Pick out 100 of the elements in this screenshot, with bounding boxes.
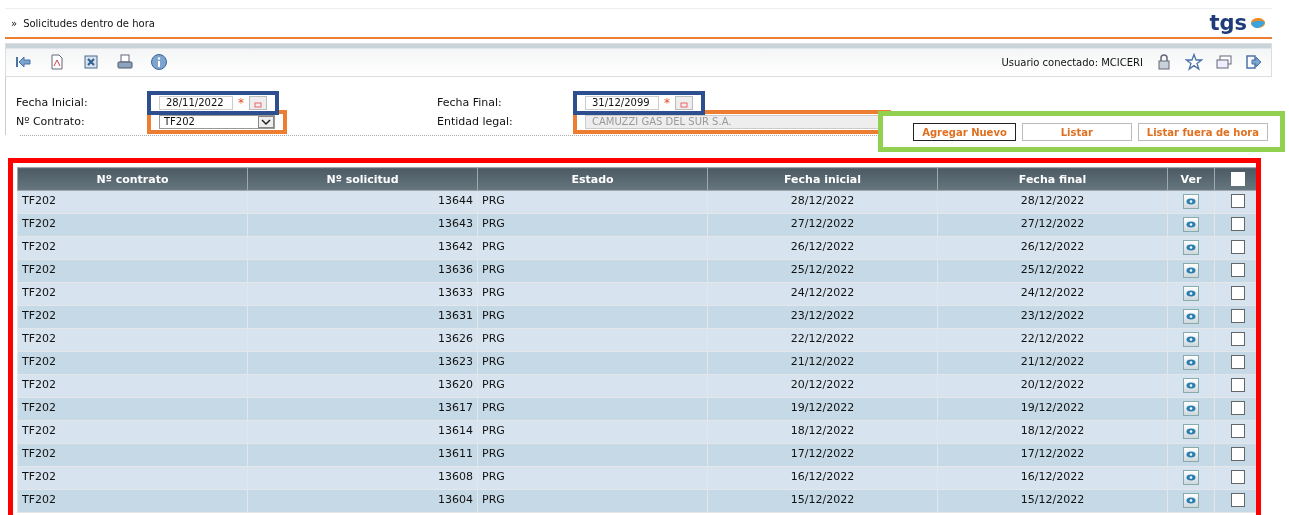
table-cell: 13636 — [247, 259, 478, 283]
table-cell: 13644 — [247, 190, 478, 214]
lock-icon[interactable] — [1155, 53, 1173, 71]
row-checkbox[interactable] — [1231, 447, 1245, 461]
eye-icon — [1186, 312, 1196, 320]
table-cell: 13631 — [247, 305, 478, 329]
column-header: Ver — [1167, 167, 1215, 191]
table-cell: 21/12/2022 — [937, 351, 1168, 375]
required-mark: * — [238, 96, 244, 109]
table-cell: 20/12/2022 — [707, 374, 938, 398]
view-button[interactable] — [1183, 377, 1199, 393]
table-cell: PRG — [477, 305, 708, 329]
row-checkbox[interactable] — [1231, 493, 1245, 507]
table-cell: 13643 — [247, 213, 478, 237]
field-label: Fecha Inicial: — [16, 96, 89, 109]
view-button[interactable] — [1183, 216, 1199, 232]
view-button[interactable] — [1183, 239, 1199, 255]
table-cell: 13604 — [247, 489, 478, 513]
logout-icon[interactable] — [1245, 53, 1263, 71]
eye-icon — [1186, 381, 1196, 389]
view-button[interactable] — [1183, 331, 1199, 347]
action-button[interactable]: Listar fuera de hora — [1137, 123, 1268, 141]
table-cell: TF202 — [17, 305, 248, 329]
table-cell: 22/12/2022 — [707, 328, 938, 352]
table-cell: 23/12/2022 — [937, 305, 1168, 329]
print-icon[interactable] — [116, 53, 134, 71]
table-cell: 19/12/2022 — [937, 397, 1168, 421]
table-cell: 28/12/2022 — [707, 190, 938, 214]
table-cell: 13623 — [247, 351, 478, 375]
breadcrumb-mark: » — [11, 17, 18, 29]
view-button[interactable] — [1183, 354, 1199, 370]
table-cell: PRG — [477, 282, 708, 306]
table-cell: 23/12/2022 — [707, 305, 938, 329]
table-cell: PRG — [477, 213, 708, 237]
table-cell: 26/12/2022 — [707, 236, 938, 260]
table-cell: 21/12/2022 — [707, 351, 938, 375]
table-cell: TF202 — [17, 213, 248, 237]
table-cell: 28/12/2022 — [937, 190, 1168, 214]
table-cell: 18/12/2022 — [937, 420, 1168, 444]
row-checkbox[interactable] — [1231, 332, 1245, 346]
table-cell: 27/12/2022 — [937, 213, 1168, 237]
row-checkbox[interactable] — [1231, 355, 1245, 369]
table-cell: 18/12/2022 — [707, 420, 938, 444]
date-field[interactable]: 28/11/2022 — [159, 95, 233, 110]
row-checkbox[interactable] — [1231, 424, 1245, 438]
table-cell: TF202 — [17, 190, 248, 214]
date-field[interactable]: 31/12/2099 — [585, 95, 659, 110]
row-checkbox[interactable] — [1231, 194, 1245, 208]
table-cell: 24/12/2022 — [707, 282, 938, 306]
select-all-checkbox[interactable] — [1231, 172, 1245, 186]
action-button[interactable]: Agregar Nuevo — [913, 123, 1016, 141]
table-cell: PRG — [477, 489, 708, 513]
table-cell: PRG — [477, 328, 708, 352]
table-cell: TF202 — [17, 397, 248, 421]
row-checkbox[interactable] — [1231, 263, 1245, 277]
eye-icon — [1186, 289, 1196, 297]
table-cell: PRG — [477, 443, 708, 467]
table-cell: PRG — [477, 420, 708, 444]
table-cell: 13608 — [247, 466, 478, 490]
row-checkbox[interactable] — [1231, 217, 1245, 231]
table-cell: 13626 — [247, 328, 478, 352]
table-cell: 27/12/2022 — [707, 213, 938, 237]
view-button[interactable] — [1183, 308, 1199, 324]
view-button[interactable] — [1183, 400, 1199, 416]
table-cell: PRG — [477, 351, 708, 375]
table-cell: TF202 — [17, 328, 248, 352]
row-checkbox[interactable] — [1231, 240, 1245, 254]
view-button[interactable] — [1183, 446, 1199, 462]
logo: tgs — [1209, 12, 1247, 34]
pdf-icon[interactable] — [48, 53, 66, 71]
table-cell: TF202 — [17, 351, 248, 375]
view-button[interactable] — [1183, 262, 1199, 278]
view-button[interactable] — [1183, 423, 1199, 439]
table-cell: PRG — [477, 190, 708, 214]
table-cell: PRG — [477, 374, 708, 398]
row-checkbox[interactable] — [1231, 286, 1245, 300]
eye-icon — [1186, 197, 1196, 205]
row-checkbox[interactable] — [1231, 378, 1245, 392]
windows-icon[interactable] — [1215, 53, 1233, 71]
table-cell: 26/12/2022 — [937, 236, 1168, 260]
table-cell: 17/12/2022 — [707, 443, 938, 467]
row-checkbox[interactable] — [1231, 401, 1245, 415]
star-icon[interactable] — [1185, 53, 1203, 71]
eye-icon — [1186, 243, 1196, 251]
required-mark: * — [664, 96, 670, 109]
table-cell: 13614 — [247, 420, 478, 444]
field-label: Nº Contrato: — [16, 115, 86, 128]
view-button[interactable] — [1183, 469, 1199, 485]
eye-icon — [1186, 473, 1196, 481]
eye-icon — [1186, 266, 1196, 274]
table-cell: 13642 — [247, 236, 478, 260]
action-button[interactable]: Listar — [1021, 123, 1132, 141]
info-icon[interactable] — [150, 53, 168, 71]
excel-icon[interactable] — [82, 53, 100, 71]
view-button[interactable] — [1183, 285, 1199, 301]
row-checkbox[interactable] — [1231, 470, 1245, 484]
table-cell: 13633 — [247, 282, 478, 306]
view-button[interactable] — [1183, 492, 1199, 508]
view-button[interactable] — [1183, 193, 1199, 209]
row-checkbox[interactable] — [1231, 309, 1245, 323]
